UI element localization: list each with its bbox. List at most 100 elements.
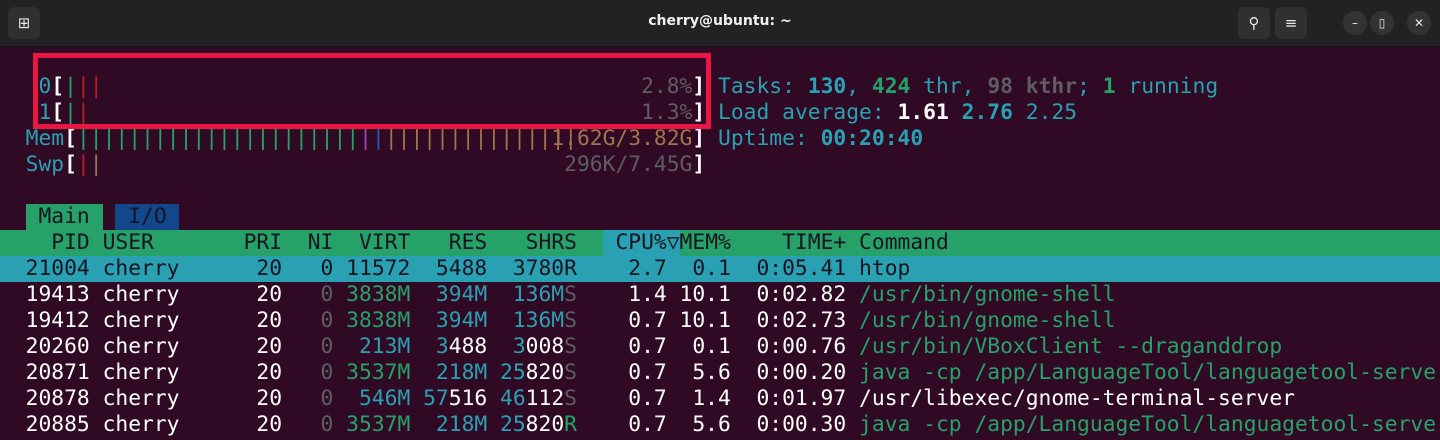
meter-bar-segment: | bbox=[397, 126, 411, 151]
cpu-percent: 1.4 bbox=[628, 282, 667, 307]
terminal[interactable]: 0[||| 2.8%] 1[|| 1.3%] Mem[|||||||||||||||… bbox=[0, 0, 1440, 440]
meter-bar-segment: | bbox=[333, 126, 347, 151]
priority: 20 bbox=[256, 282, 283, 307]
meter-bar-segment: | bbox=[487, 126, 501, 151]
meter-bar-segment: | bbox=[423, 126, 437, 151]
minimize-icon: – bbox=[1352, 16, 1358, 30]
meter-bar-segment: | bbox=[102, 126, 116, 151]
meter-bar-segment: | bbox=[436, 126, 449, 151]
cpu-percent: 2.7 bbox=[628, 256, 667, 281]
tasks-count: 130 bbox=[807, 74, 847, 99]
priority: 20 bbox=[256, 360, 283, 385]
meter-value: 2.8% bbox=[641, 74, 693, 99]
cpu-percent: 0.7 bbox=[628, 412, 667, 437]
res: 218M bbox=[435, 412, 488, 437]
meter-bar-segment: | bbox=[141, 126, 154, 151]
priority: 20 bbox=[256, 412, 283, 437]
process-row[interactable]: 19413 cherry 20 0 3838M 394M 136M S 1.4 10.1 0:02.… bbox=[0, 282, 1440, 308]
menu-button[interactable]: ≡ bbox=[1275, 7, 1307, 39]
meter-bar-segment: | bbox=[461, 126, 475, 151]
column-shr[interactable]: SHR bbox=[487, 230, 564, 256]
maximize-icon: ▯ bbox=[1378, 16, 1386, 30]
load-average-line: Load average: 1.61 2.76 2.25 bbox=[718, 100, 1440, 126]
search-button[interactable]: ⚲ bbox=[1238, 7, 1270, 39]
process-row-selected[interactable]: 21004 cherry 20 0 11572 5488 3780 R 2.7 0.1 0:05.4… bbox=[0, 256, 1440, 282]
meter-content: Swp[|| bbox=[26, 152, 103, 178]
mem-percent: 10.1 bbox=[679, 282, 731, 307]
meter-bar-segment: | bbox=[410, 126, 424, 151]
res: 3488 bbox=[410, 334, 487, 360]
cpu-time: 0:00.20 bbox=[756, 360, 847, 385]
meter-bar-segment: | bbox=[128, 126, 142, 151]
pid: 21004 bbox=[25, 256, 90, 281]
state: S bbox=[564, 282, 577, 307]
value-thousands: 3 bbox=[512, 334, 526, 359]
meter-bar-segment: | bbox=[89, 126, 103, 151]
minimize-button[interactable]: – bbox=[1343, 11, 1367, 35]
meter-bracket-close: ] bbox=[692, 100, 706, 125]
cpu-percent: 0.7 bbox=[628, 334, 667, 359]
running-count: 1 bbox=[1102, 74, 1116, 99]
meter-content: Mem[||||||||||||||||||||||||||||||||||||… bbox=[26, 126, 578, 152]
process-row[interactable]: 20260 cherry 20 0 213M 3488 3008 S 0.7 0.1 0:00.76… bbox=[0, 334, 1440, 360]
res: 5488 bbox=[435, 256, 488, 281]
tab-io[interactable]: I/O bbox=[115, 204, 180, 230]
meter-bracket-close: ] bbox=[692, 74, 706, 99]
meter-bar-segment: | bbox=[346, 126, 360, 151]
column-state[interactable]: S bbox=[564, 230, 590, 256]
value-units: 516 bbox=[448, 386, 488, 411]
user: cherry bbox=[102, 256, 180, 281]
meter-bracket-close: ] bbox=[692, 152, 706, 177]
column-ni[interactable]: NI bbox=[282, 230, 334, 256]
pid: 20871 bbox=[25, 360, 90, 385]
process-row[interactable]: 20871 cherry 20 0 3537M 218M 25820 S 0.7 5.6 0:00.… bbox=[0, 360, 1440, 386]
column-command[interactable]: Command bbox=[859, 230, 949, 256]
column-header: PID USER PRI NI VIRT RES SHR S CPU%▽ MEM% TIME+ Com… bbox=[0, 230, 1440, 256]
column-mem[interactable]: MEM% bbox=[680, 230, 731, 256]
column-virt[interactable]: VIRT bbox=[333, 230, 410, 256]
command: /usr/bin/VBoxClient --draganddrop bbox=[859, 334, 1283, 359]
window-title: cherry@ubuntu: ~ bbox=[648, 13, 792, 29]
meter-value: 296K/7.45G bbox=[564, 152, 693, 177]
column-time[interactable]: TIME+ bbox=[744, 230, 846, 256]
user: cherry bbox=[102, 386, 180, 411]
column-user[interactable]: USER bbox=[103, 230, 231, 256]
user: cherry bbox=[102, 334, 180, 359]
column-cpu[interactable]: CPU%▽ bbox=[603, 230, 679, 256]
nice: 0 bbox=[320, 334, 334, 359]
meter-bracket-open: [ bbox=[51, 100, 65, 125]
value-thousands: 3 bbox=[435, 334, 449, 359]
tab-main[interactable]: Main bbox=[25, 204, 103, 230]
cpu-time: 0:05.41 bbox=[756, 256, 847, 281]
meter-bar-segment: | bbox=[179, 126, 193, 151]
state: S bbox=[564, 308, 577, 333]
meter-value: 1.62G/3.82G bbox=[551, 126, 693, 151]
shr: 25820 bbox=[487, 360, 564, 386]
maximize-button[interactable]: ▯ bbox=[1370, 11, 1394, 35]
virt: 3537M bbox=[346, 412, 411, 437]
process-row[interactable]: 20878 cherry 20 0 546M 57516 46112 S 0.7 1.4 0:01.… bbox=[0, 386, 1440, 412]
value-thousands: 46 bbox=[500, 386, 526, 411]
process-row[interactable]: 19412 cherry 20 0 3838M 394M 136M S 0.7 10.1 0:02.… bbox=[0, 308, 1440, 334]
meter-bar-segment: | bbox=[89, 152, 103, 177]
threads-count: 424 bbox=[871, 74, 911, 99]
cpu-time: 0:00.76 bbox=[756, 334, 847, 359]
cpu-time: 0:02.73 bbox=[756, 308, 847, 333]
column-res[interactable]: RES bbox=[410, 230, 487, 256]
meter-bracket-close: ] bbox=[692, 126, 706, 151]
meter-bar-segment: | bbox=[282, 126, 296, 151]
meter-bar-segment: | bbox=[371, 126, 385, 151]
mem-percent: 1.4 bbox=[692, 386, 731, 411]
priority: 20 bbox=[256, 334, 283, 359]
cpu-time: 0:02.82 bbox=[756, 282, 847, 307]
pid: 19412 bbox=[25, 308, 90, 333]
virt: 3537M bbox=[346, 360, 411, 385]
close-button[interactable]: ✕ bbox=[1407, 11, 1431, 35]
process-row[interactable]: 20885 cherry 20 0 3537M 218M 25820 R 0.7 5.6 0:00.… bbox=[0, 412, 1440, 438]
value-units: 820 bbox=[525, 412, 565, 437]
mem-percent: 5.6 bbox=[692, 360, 731, 385]
column-pid[interactable]: PID bbox=[0, 230, 89, 256]
mem-percent: 10.1 bbox=[679, 308, 731, 333]
column-pri[interactable]: PRI bbox=[231, 230, 282, 256]
meter-bar-segment: | bbox=[64, 74, 77, 99]
